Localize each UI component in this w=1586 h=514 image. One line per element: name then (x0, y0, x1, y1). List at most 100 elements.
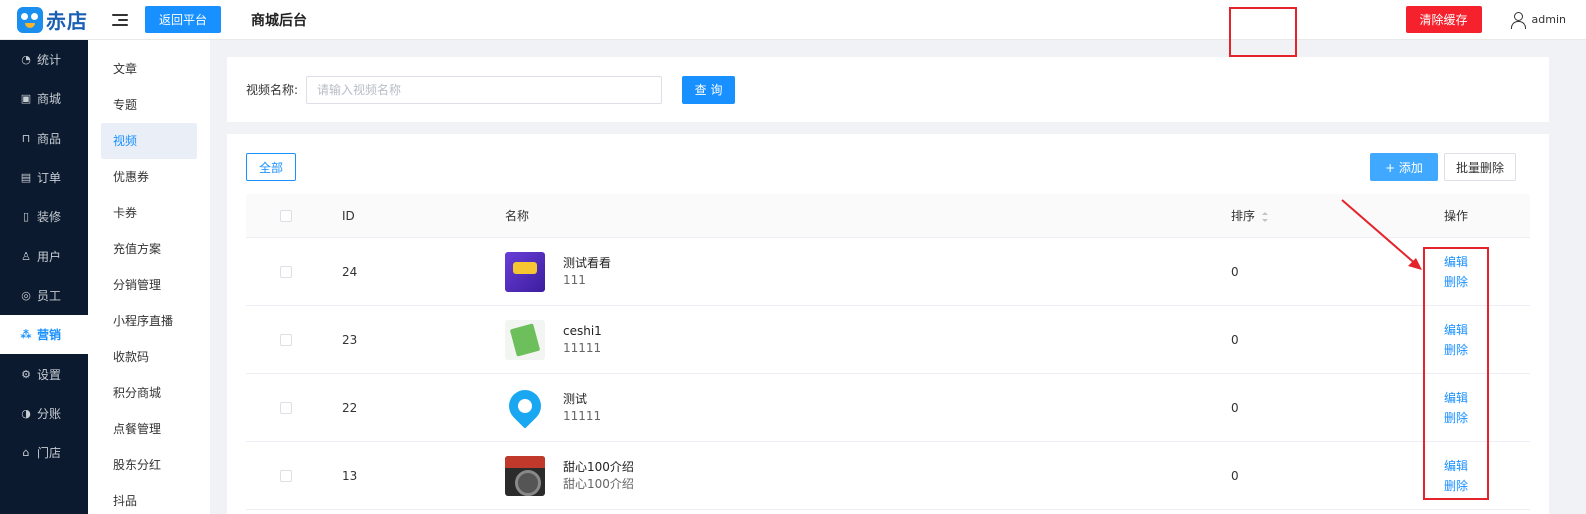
search-panel: 视频名称: 查 询 (227, 57, 1549, 122)
video-title: 测试看看 (563, 255, 612, 270)
column-header-ops: 操作 (1444, 209, 1469, 223)
primary-nav-item[interactable]: ⌂ 门店 (0, 433, 88, 472)
row-id: 24 (342, 264, 358, 279)
secondary-nav-item[interactable]: 优惠券 (101, 159, 197, 195)
secondary-nav-item[interactable]: 充值方案 (101, 231, 197, 267)
sort-caret-icon[interactable] (1261, 211, 1269, 222)
primary-sidebar: ◔ 统计 ▣ 商城 ⊓ 商品 ▤ 订单 ▯ 装修 ♙ 用户 ◎ 员工 ⁂ 营销 ⚙ 设置 ◑ 分账 ⌂ 门店 (0, 40, 88, 514)
column-header-sort[interactable]: 排序 (1217, 207, 1420, 224)
toolbar: 全部 + 添加 批量删除 (246, 153, 1530, 181)
video-desc: 11111 (563, 340, 602, 355)
video-thumbnail (505, 387, 545, 428)
video-title: 测试 (563, 391, 588, 406)
primary-nav-item[interactable]: ⚙ 设置 (0, 354, 88, 393)
shop-icon: ⌂ (22, 446, 30, 460)
table-row: 22 测试 11111 0 编辑 删除 (246, 374, 1530, 442)
user-menu[interactable]: admin (1510, 11, 1566, 29)
query-button[interactable]: 查 询 (682, 75, 736, 104)
video-desc: 111 (563, 272, 586, 287)
video-thumbnail (505, 455, 545, 496)
secondary-nav-item[interactable]: 文章 (101, 51, 197, 87)
primary-nav-label: 设置 (37, 367, 62, 382)
row-sort: 0 (1231, 332, 1239, 347)
row-ops: 编辑 删除 (1420, 252, 1530, 292)
video-desc: 11111 (563, 408, 602, 423)
primary-nav-item[interactable]: ⊓ 商品 (0, 119, 88, 158)
page-title: 商城后台 (251, 12, 308, 29)
order-icon: ▤ (20, 171, 32, 185)
primary-nav-item[interactable]: ▣ 商城 (0, 79, 88, 118)
video-desc: 甜心100介绍 (563, 476, 634, 491)
marketing-icon: ⁂ (20, 328, 32, 342)
secondary-nav-item[interactable]: 专题 (101, 87, 197, 123)
delete-link[interactable]: 删除 (1444, 272, 1530, 292)
edit-link[interactable]: 编辑 (1444, 252, 1530, 272)
secondary-nav-item[interactable]: 视频 (101, 123, 197, 159)
edit-link[interactable]: 编辑 (1444, 456, 1530, 476)
owl-logo-icon (17, 6, 43, 33)
video-thumbnail (505, 319, 545, 360)
secondary-nav-item[interactable]: 分销管理 (101, 267, 197, 303)
video-name-input[interactable] (306, 75, 663, 104)
table-row: 13 甜心100介绍 甜心100介绍 0 编辑 删除 (246, 442, 1530, 510)
video-table: ID 名称 排序 操作 24 测试看看 111 0 编辑 删除 23 ceshi1 11111 0… (246, 194, 1530, 510)
row-name: 测试看看 111 (491, 251, 1217, 292)
primary-nav-item[interactable]: ◔ 统计 (0, 40, 88, 79)
secondary-nav-item[interactable]: 积分商城 (101, 375, 197, 411)
batch-delete-button[interactable]: 批量删除 (1444, 153, 1516, 181)
row-checkbox[interactable] (280, 333, 292, 346)
split-icon: ◑ (21, 406, 31, 420)
return-platform-button[interactable]: 返回平台 (145, 6, 222, 33)
goods-icon: ⊓ (21, 131, 31, 145)
secondary-nav-item[interactable]: 股东分红 (101, 447, 197, 483)
menu-collapse-icon[interactable] (112, 13, 128, 26)
secondary-nav-item[interactable]: 抖品 (101, 483, 197, 514)
video-title: ceshi1 (563, 323, 602, 338)
username: admin (1531, 13, 1566, 26)
primary-nav-label: 装修 (37, 210, 62, 225)
edit-link[interactable]: 编辑 (1444, 320, 1530, 340)
primary-nav-item[interactable]: ▤ 订单 (0, 158, 88, 197)
primary-nav-label: 门店 (37, 446, 62, 461)
video-thumbnail (505, 251, 545, 292)
video-list-panel: 全部 + 添加 批量删除 ID 名称 排序 操作 24 测试看看 111 0 编辑 删除 2… (227, 134, 1549, 514)
delete-link[interactable]: 删除 (1444, 476, 1530, 496)
primary-nav-label: 分账 (37, 406, 62, 421)
secondary-nav-item[interactable]: 收款码 (101, 339, 197, 375)
select-all-checkbox[interactable] (280, 209, 292, 222)
primary-nav-label: 营销 (37, 328, 62, 343)
edit-link[interactable]: 编辑 (1444, 388, 1530, 408)
store-icon: ▣ (20, 92, 32, 106)
secondary-nav-item[interactable]: 小程序直播 (101, 303, 197, 339)
row-name: 测试 11111 (491, 387, 1217, 428)
row-ops: 编辑 删除 (1420, 320, 1530, 360)
row-checkbox[interactable] (280, 469, 292, 482)
primary-nav-label: 商品 (37, 131, 62, 146)
add-button[interactable]: + 添加 (1370, 153, 1438, 181)
primary-nav-item[interactable]: ◎ 员工 (0, 276, 88, 315)
all-filter-button[interactable]: 全部 (246, 153, 296, 181)
primary-nav-item[interactable]: ◑ 分账 (0, 394, 88, 433)
primary-nav-item[interactable]: ▯ 装修 (0, 197, 88, 236)
column-header-id: ID (342, 208, 355, 223)
delete-link[interactable]: 删除 (1444, 408, 1530, 428)
primary-nav-item[interactable]: ♙ 用户 (0, 236, 88, 275)
secondary-nav-item[interactable]: 点餐管理 (101, 411, 197, 447)
primary-nav-label: 商城 (37, 92, 62, 107)
delete-link[interactable]: 删除 (1444, 340, 1530, 360)
row-ops: 编辑 删除 (1420, 388, 1530, 428)
primary-nav-label: 订单 (37, 171, 62, 186)
row-checkbox[interactable] (280, 265, 292, 278)
row-id: 23 (342, 332, 358, 347)
row-id: 13 (342, 468, 358, 483)
chart-icon: ◔ (21, 53, 31, 67)
row-id: 22 (342, 400, 358, 415)
row-checkbox[interactable] (280, 401, 292, 414)
secondary-nav-item[interactable]: 卡券 (101, 195, 197, 231)
top-header: 赤店 返回平台 商城后台 清除缓存 admin (0, 0, 1586, 40)
clear-cache-button[interactable]: 清除缓存 (1405, 6, 1482, 33)
logo[interactable]: 赤店 (0, 5, 100, 34)
row-name: ceshi1 11111 (491, 319, 1217, 360)
primary-nav-label: 统计 (37, 53, 62, 68)
primary-nav-item[interactable]: ⁂ 营销 (0, 315, 88, 355)
